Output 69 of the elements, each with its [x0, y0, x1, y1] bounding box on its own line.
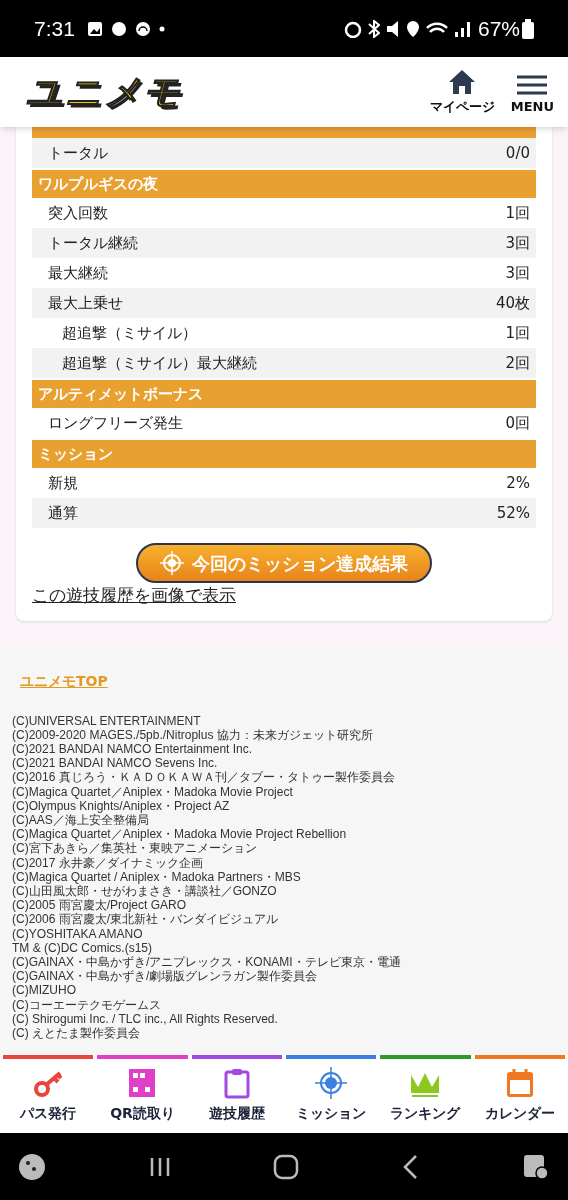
- copyright-line: (C)2005 雨宮慶太/Project GARO: [12, 898, 187, 913]
- show-as-image-link[interactable]: この遊技履歴を画像で表示: [32, 583, 236, 609]
- battery-percent: 67%: [477, 15, 520, 42]
- row-label: 通算: [48, 502, 78, 524]
- copyright-line: (C)2006 雨宮慶太/東北新社・バンダイビジュアル: [12, 912, 279, 927]
- location-icon: [405, 19, 420, 38]
- game-launcher-icon[interactable]: [18, 1152, 46, 1181]
- row-label: 超追撃（ミサイル）最大継続: [62, 352, 257, 374]
- copyright-line: (C)2021 BANDAI NAMCO Sevens Inc.: [12, 756, 218, 771]
- row-label: ロングフリーズ発生: [48, 412, 183, 434]
- signal-icon: [453, 20, 470, 37]
- battery-icon: [522, 18, 534, 39]
- section-header: ミッション: [32, 440, 536, 468]
- touch-lock-icon[interactable]: [522, 1152, 550, 1181]
- row-value: 40枚: [495, 292, 530, 314]
- alarm-icon: [343, 19, 362, 38]
- row-value: 0回: [505, 412, 530, 434]
- row-label: 最大上乗せ: [48, 292, 123, 314]
- copyright-line: (C)MIZUHO: [12, 983, 76, 998]
- menu-button[interactable]: MENU: [510, 74, 554, 116]
- copyright-line: (C)GAINAX・中島かずき/劇場版グレンラガン製作委員会: [12, 969, 318, 984]
- row-value: 0/0: [505, 142, 530, 164]
- site-logo[interactable]: ユニメモ: [26, 74, 182, 110]
- section-header: アルティメットボーナス: [32, 380, 536, 408]
- clock-time: 7:31: [34, 15, 75, 42]
- copyright-line: (C)山田風太郎・せがわまさき・講談社／GONZO: [12, 883, 277, 899]
- home-icon: [448, 68, 477, 95]
- ball-icon: [110, 20, 127, 37]
- copyright-line: (C)宮下あきら／集英社・東映アニメーション: [12, 841, 257, 856]
- image-icon: [86, 20, 103, 37]
- copyright-line: (C)2009-2020 MAGES./5pb./Nitroplus 協力：未来ガジェット研究所: [12, 727, 373, 742]
- copyright-line: (C)2016 真じろう・ＫＡＤＯＫＡＷＡ刊／タブー・タトゥー製作委員会: [12, 770, 395, 785]
- copyright-line: (C)YOSHITAKA AMANO: [12, 926, 143, 941]
- row-label: 超追撃（ミサイル）: [62, 322, 197, 344]
- row-label: トータル継続: [48, 232, 138, 254]
- row-value: 2回: [505, 352, 530, 374]
- row-value: 3回: [505, 232, 530, 254]
- copyright-line: TM & (C)DC Comics.(s15): [12, 940, 152, 955]
- menu-icon: [517, 74, 548, 95]
- row-label: 新規: [48, 472, 78, 494]
- copyright-line: (C)Magica Quartet／Aniplex・Madoka Movie Project Rebellion: [12, 827, 347, 842]
- copyright-line: (C)2017 永井豪／ダイナミック企画: [12, 855, 203, 870]
- copyright-line: (C)AAS／海上安全整備局: [12, 812, 149, 828]
- row-label: 最大継続: [48, 262, 108, 284]
- copyright-line: (C)GAINAX・中島かずき/アニプレックス・KONAMI・テレビ東京・電通: [12, 954, 401, 970]
- dot-icon: [158, 25, 165, 32]
- copyright-line: (C)コーエーテクモゲームス: [12, 997, 161, 1012]
- row-label: トータル: [48, 142, 108, 164]
- crosshair-icon: [315, 1067, 348, 1099]
- copyright-line: (C)Magica Quartet / Aniplex・Madoka Partners・MBS: [12, 869, 301, 884]
- bluetooth-icon: [367, 19, 380, 38]
- my-page-button[interactable]: マイページ: [429, 68, 495, 116]
- row-value: 2%: [506, 472, 530, 494]
- row-label: 突入回数: [48, 202, 108, 224]
- target-icon: [160, 551, 184, 575]
- row-value: 52%: [496, 502, 530, 524]
- row-value: 1回: [505, 202, 530, 224]
- mute-icon: [385, 19, 400, 38]
- copyright-line: (C)Olympus Knights/Aniplex・Project AZ: [12, 798, 230, 813]
- row-value: 3回: [505, 262, 530, 284]
- copyright-line: (C)2021 BANDAI NAMCO Entertainment Inc.: [12, 741, 253, 757]
- headphones-icon: [134, 20, 151, 37]
- copyright-line: (C)Magica Quartet／Aniplex・Madoka Movie Project: [12, 784, 293, 799]
- row-value: 1回: [505, 322, 530, 344]
- copyright-line: (C) えとたま製作委員会: [12, 1025, 140, 1041]
- copyright-line: (C) Shirogumi Inc. / TLC inc., All Rights Reserved.: [12, 1011, 278, 1026]
- section-header: ワルプルギスの夜: [32, 170, 536, 198]
- copyright-line: (C)UNIVERSAL ENTERTAINMENT: [12, 713, 201, 728]
- home-button-icon[interactable]: [273, 1153, 299, 1180]
